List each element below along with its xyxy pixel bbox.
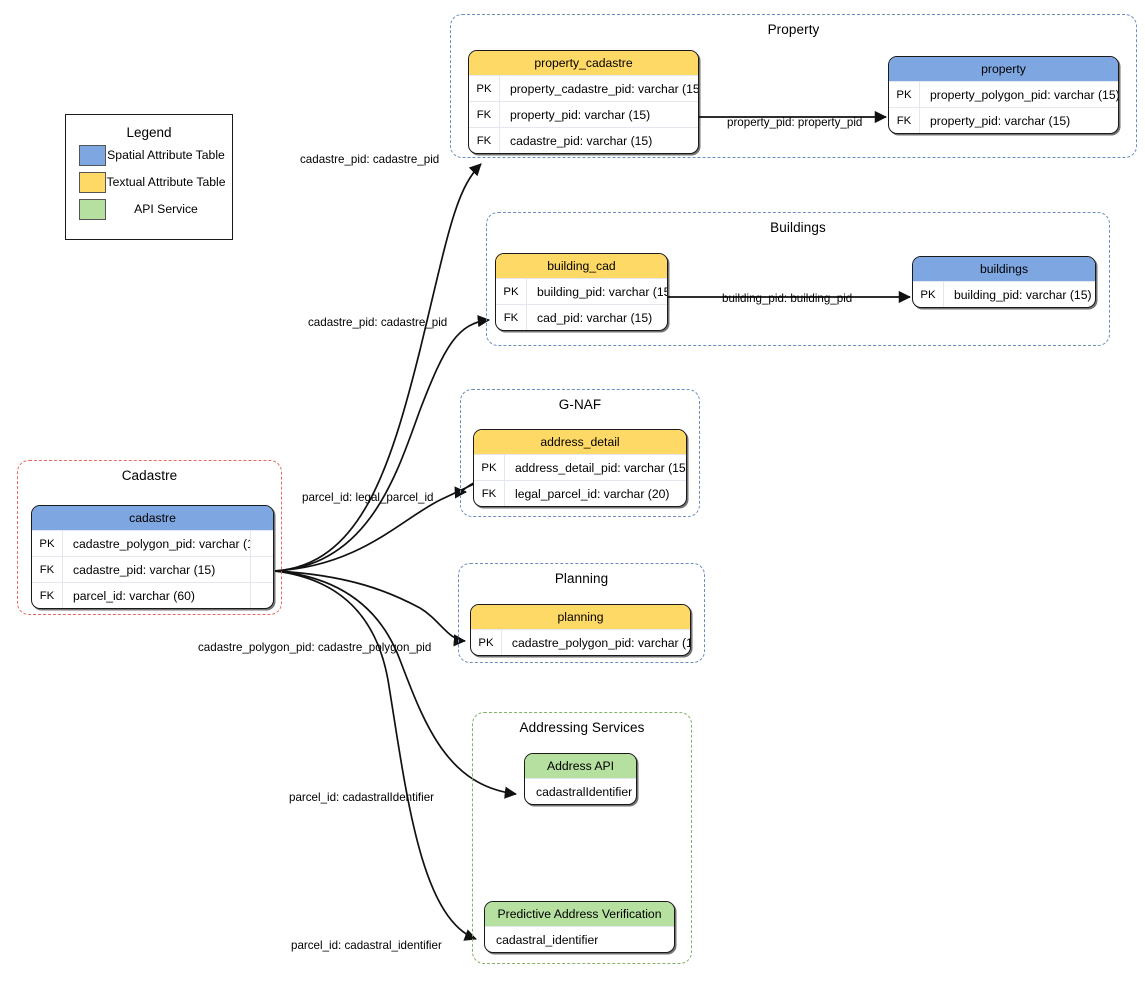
legend-swatch-textual xyxy=(79,171,106,193)
row-key: PK xyxy=(503,285,519,298)
row-key: FK xyxy=(476,108,492,121)
table-buildings[interactable]: buildings PK building_pid: varchar (15) xyxy=(912,256,1096,308)
table-header-cadastre: cadastre xyxy=(32,506,273,530)
edge-cadastre-to-building-cad xyxy=(274,315,490,572)
edge-cadastre-to-property-cadastre xyxy=(274,163,482,572)
group-title-cadastre: Cadastre xyxy=(121,468,178,483)
row-field: property_pid: varchar (15) xyxy=(930,113,1071,128)
row-key: PK xyxy=(896,88,912,101)
row-field: cadastre_pid: varchar (15) xyxy=(73,562,216,577)
row-key: PK xyxy=(39,537,55,550)
table-row: PK property_polygon_pid: varchar (15) xyxy=(889,81,1118,107)
row-field: cadastre_pid: varchar (15) xyxy=(510,133,653,148)
table-predictive-address-verification[interactable]: Predictive Address Verification cadastra… xyxy=(484,901,675,953)
row-field: parcel_id: varchar (60) xyxy=(73,588,195,603)
edge-label-parcel-id-cadastralidentifier: parcel_id: cadastralIdentifier xyxy=(289,791,435,804)
table-row: PK address_detail_pid: varchar (15) xyxy=(474,454,686,480)
legend-label-api: API Service xyxy=(134,202,198,216)
row-tail-cell xyxy=(250,531,273,556)
row-field: address_detail_pid: varchar (15) xyxy=(514,460,686,475)
row-field: legal_parcel_id: varchar (20) xyxy=(515,486,670,501)
edge-label-cadastre-pid-property: cadastre_pid: cadastre_pid xyxy=(300,153,440,166)
table-planning[interactable]: planning PK cadastre_polygon_pid: varcha… xyxy=(470,604,691,656)
table-header-property: property xyxy=(889,57,1118,81)
table-property-cadastre[interactable]: property_cadastre PK property_cadastre_p… xyxy=(468,50,699,154)
table-row: PK property_cadastre_pid: varchar (15) xyxy=(469,75,698,101)
table-header-buildings: buildings xyxy=(913,257,1095,281)
legend-item-textual: Textual Attribute Table xyxy=(66,170,232,194)
legend-swatch-spatial xyxy=(79,144,106,166)
table-row: cadastralIdentifier xyxy=(525,778,636,804)
legend-item-api: API Service xyxy=(66,197,232,221)
table-header-predictive-address-verification: Predictive Address Verification xyxy=(485,902,674,926)
row-key: PK xyxy=(478,636,494,649)
legend-swatch-api xyxy=(79,198,106,220)
legend-label-spatial: Spatial Attribute Table xyxy=(107,148,225,162)
table-row: FK parcel_id: varchar (60) xyxy=(32,582,273,608)
legend-label-textual: Textual Attribute Table xyxy=(106,175,226,189)
row-key: FK xyxy=(476,134,492,147)
edge-cadastre-to-predictive-address-verification xyxy=(274,570,477,941)
table-property[interactable]: property PK property_polygon_pid: varcha… xyxy=(888,56,1119,134)
edge-label-parcel-id-legal-parcel-id: parcel_id: legal_parcel_id xyxy=(302,491,434,504)
row-field: cadastralIdentifier xyxy=(536,784,633,799)
group-title-gnaf: G-NAF xyxy=(558,397,602,412)
table-row: FK legal_parcel_id: varchar (20) xyxy=(474,480,686,506)
row-tail-cell xyxy=(250,557,273,582)
table-row: FK property_pid: varchar (15) xyxy=(469,101,698,127)
group-title-addressing-services: Addressing Services xyxy=(519,720,645,735)
table-header-planning: planning xyxy=(471,605,690,629)
table-row: FK property_pid: varchar (15) xyxy=(889,107,1118,133)
table-header-property-cadastre: property_cadastre xyxy=(469,51,698,75)
table-row: PK cadastre_polygon_pid: varchar (15) xyxy=(471,629,690,655)
edge-label-cadastre-pid-building: cadastre_pid: cadastre_pid xyxy=(308,316,448,329)
table-building-cad[interactable]: building_cad PK building_pid: varchar (1… xyxy=(495,253,668,331)
legend-box: Legend Spatial Attribute Table Textual A… xyxy=(65,114,233,240)
legend-item-spatial: Spatial Attribute Table xyxy=(66,143,232,167)
group-title-buildings: Buildings xyxy=(770,220,826,235)
row-key: FK xyxy=(896,114,912,127)
legend-title: Legend xyxy=(126,125,172,140)
row-key: FK xyxy=(481,487,497,500)
edge-cadastre-to-planning xyxy=(274,570,466,647)
table-cadastre[interactable]: cadastre PK cadastre_polygon_pid: varcha… xyxy=(31,505,274,609)
row-tail-cell xyxy=(250,583,273,608)
table-row: FK cad_pid: varchar (15) xyxy=(496,304,667,330)
table-header-address-detail: address_detail xyxy=(474,430,686,454)
table-header-building-cad: building_cad xyxy=(496,254,667,278)
table-row: PK building_pid: varchar (15) xyxy=(913,281,1095,307)
table-row: cadastral_identifier xyxy=(485,926,674,952)
table-row: PK cadastre_polygon_pid: varchar (15) xyxy=(32,530,273,556)
group-title-property: Property xyxy=(767,22,820,37)
row-field: building_pid: varchar (15) xyxy=(536,284,667,299)
table-address-api[interactable]: Address API cadastralIdentifier xyxy=(524,753,637,805)
er-diagram-canvas: cadastre_pid: cadastre_pid cadastre_pid:… xyxy=(0,0,1145,981)
row-field: cad_pid: varchar (15) xyxy=(537,310,653,325)
row-field: cadastral_identifier xyxy=(496,932,599,947)
group-title-planning: Planning xyxy=(554,571,609,586)
table-row: FK cadastre_pid: varchar (15) xyxy=(469,127,698,153)
row-key: PK xyxy=(476,82,492,95)
table-header-address-api: Address API xyxy=(525,754,636,778)
table-row: FK cadastre_pid: varchar (15) xyxy=(32,556,273,582)
row-key: FK xyxy=(503,311,519,324)
edge-label-cadastre-polygon-pid: cadastre_polygon_pid: cadastre_polygon_p… xyxy=(198,641,432,654)
row-field: cadastre_polygon_pid: varchar (15) xyxy=(72,536,250,551)
row-field: building_pid: varchar (15) xyxy=(954,287,1092,302)
row-field: property_cadastre_pid: varchar (15) xyxy=(509,81,698,96)
row-key: FK xyxy=(39,563,55,576)
row-key: PK xyxy=(481,461,497,474)
edge-label-parcel-id-cadastral-identifier: parcel_id: cadastral_identifier xyxy=(291,939,442,952)
row-key: FK xyxy=(39,589,55,602)
row-field: property_polygon_pid: varchar (15) xyxy=(929,87,1118,102)
row-field: cadastre_polygon_pid: varchar (15) xyxy=(511,635,690,650)
row-key: PK xyxy=(920,288,936,301)
table-address-detail[interactable]: address_detail PK address_detail_pid: va… xyxy=(473,429,687,507)
row-field: property_pid: varchar (15) xyxy=(510,107,651,122)
table-row: PK building_pid: varchar (15) xyxy=(496,278,667,304)
